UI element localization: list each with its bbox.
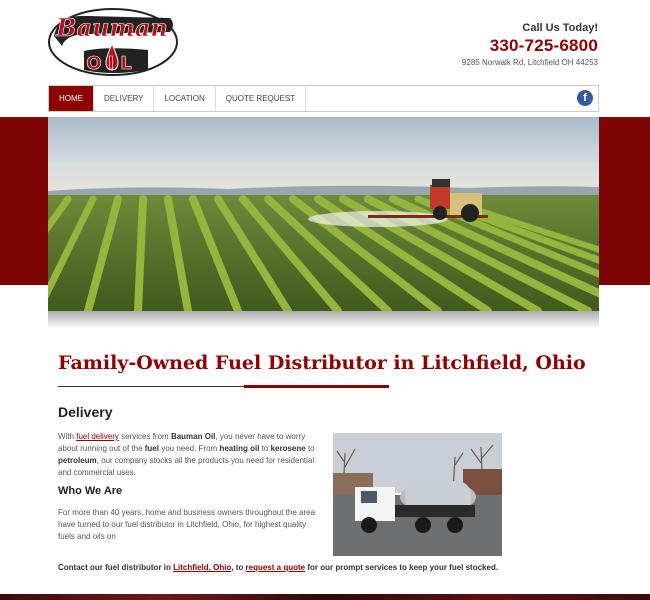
logo-text-bauman: Bauman (55, 13, 168, 42)
main-navigation: HOME DELIVERY LOCATION QUOTE REQUEST f (48, 85, 599, 112)
facebook-icon[interactable]: f (577, 90, 593, 106)
page-headline: Family-Owned Fuel Distributor in Litchfi… (58, 352, 586, 374)
nav-item-delivery[interactable]: DELIVERY (94, 86, 155, 111)
delivery-paragraph: With fuel delivery services from Bauman … (58, 432, 315, 477)
headline-divider-accent (244, 385, 389, 388)
hero-shadow (48, 311, 599, 329)
contact-cta-paragraph: Contact our fuel distributor in Litchfie… (58, 563, 499, 572)
nav-item-quote-request[interactable]: QUOTE REQUEST (216, 86, 307, 111)
address-text: 9285 Norwalk Rd, Litchfield OH 44253 (461, 58, 598, 67)
request-quote-link[interactable]: request a quote (246, 563, 306, 572)
logo-text-oil: OIL (86, 53, 137, 74)
delivery-heading: Delivery (58, 404, 113, 420)
call-us-text: Call Us Today! (522, 22, 598, 34)
phone-number-link[interactable]: 330-725-6800 (462, 36, 598, 56)
contact-block: Call Us Today! 330-725-6800 9285 Norwalk… (462, 22, 598, 67)
nav-item-home[interactable]: HOME (49, 86, 94, 111)
footer-strip (0, 594, 650, 600)
who-we-are-paragraph: For more than 40 years, home and busines… (58, 508, 316, 541)
fuel-delivery-link[interactable]: fuel delivery (76, 432, 119, 441)
fuel-truck-image (333, 433, 502, 556)
nav-item-location[interactable]: LOCATION (154, 86, 216, 111)
headline-divider (58, 386, 244, 387)
hero-farm-tractor-image (48, 117, 599, 311)
bauman-oil-logo[interactable]: Bauman OIL (48, 6, 178, 78)
who-we-are-heading: Who We Are (58, 485, 123, 497)
litchfield-ohio-link[interactable]: Litchfield, Ohio (173, 563, 231, 572)
